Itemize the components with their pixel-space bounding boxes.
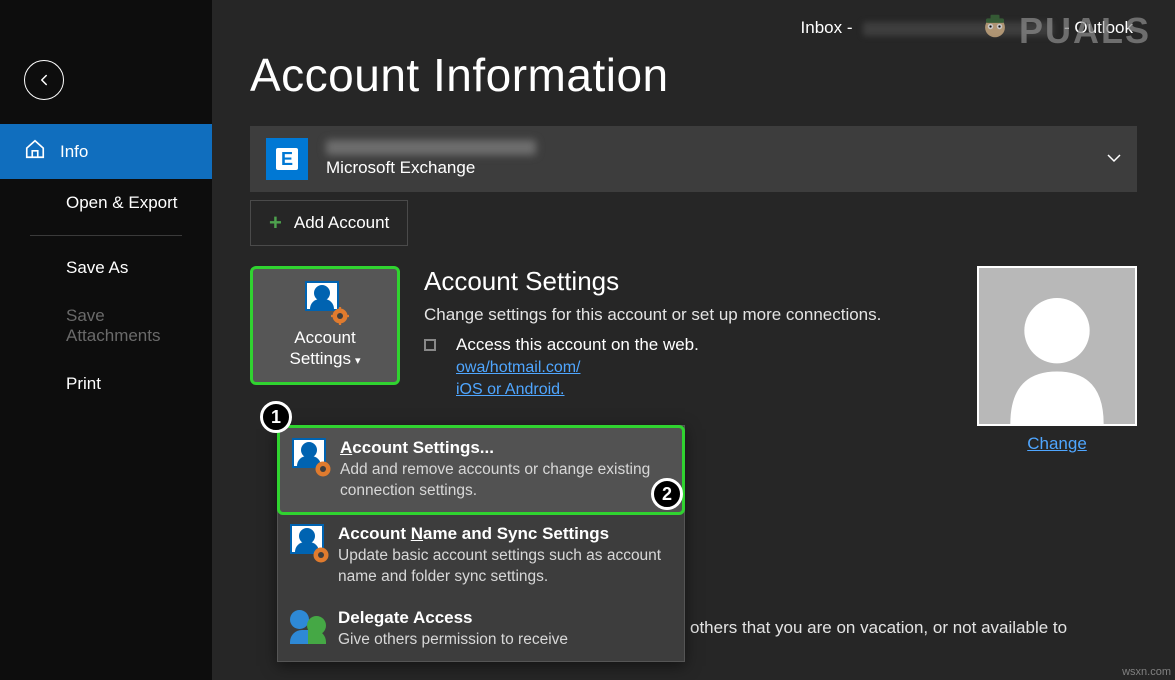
breadcrumb-sep: - — [1064, 18, 1070, 37]
sidebar-label-save-attachments: Save Attachments — [66, 306, 188, 346]
chevron-down-icon: ▾ — [355, 355, 361, 367]
dropdown-item-account-settings[interactable]: Account Settings... Add and remove accou… — [277, 425, 685, 515]
account-settings-dropdown: Account Settings... Add and remove accou… — [277, 425, 685, 662]
owa-link[interactable]: owa/hotmail.com/ — [456, 359, 581, 376]
home-icon — [24, 138, 46, 165]
sidebar-item-save-attachments: Save Attachments — [0, 292, 212, 360]
source-watermark: wsxn.com — [1122, 666, 1171, 678]
delegate-access-icon — [290, 608, 326, 644]
sidebar-divider — [30, 235, 182, 236]
chevron-down-icon — [1107, 150, 1121, 168]
account-settings-icon — [292, 438, 328, 474]
sidebar-label-open-export: Open & Export — [66, 193, 178, 213]
change-avatar-link[interactable]: Change — [1027, 434, 1087, 453]
auto-reply-text-fragment: others that you are on vacation, or not … — [690, 616, 1130, 640]
title-bar-breadcrumb: Inbox - - Outlook — [250, 18, 1137, 38]
dd2-desc: Update basic account settings such as ac… — [338, 546, 672, 588]
dd2-pre: Account — [338, 524, 411, 543]
arrow-left-icon — [35, 71, 53, 89]
sidebar-item-open-export[interactable]: Open & Export — [0, 179, 212, 227]
dropdown-item-delegate-access[interactable]: Delegate Access Give others permission t… — [278, 598, 684, 661]
account-settings-icon — [305, 281, 345, 321]
account-settings-button[interactable]: Account Settings ▾ — [250, 266, 400, 385]
account-email-redacted — [326, 140, 536, 155]
account-selector[interactable]: E Microsoft Exchange — [250, 126, 1137, 192]
sidebar-item-save-as[interactable]: Save As — [0, 244, 212, 292]
sidebar-item-info[interactable]: Info — [0, 124, 212, 179]
sidebar-label-print: Print — [66, 374, 101, 394]
breadcrumb-sep: - — [847, 18, 853, 37]
mobile-app-link[interactable]: iOS or Android. — [456, 381, 565, 398]
bullet-icon — [424, 339, 436, 351]
annotation-badge-1: 1 — [260, 401, 292, 433]
plus-icon: + — [269, 210, 282, 236]
breadcrumb-account-redacted — [863, 22, 1053, 36]
section-title-account-settings: Account Settings — [424, 266, 913, 297]
sidebar-label-info: Info — [60, 142, 88, 162]
back-button[interactable] — [24, 60, 64, 100]
avatar-placeholder-icon — [997, 284, 1117, 424]
sidebar-label-save-as: Save As — [66, 258, 128, 278]
dd2-post: ame and Sync Settings — [423, 524, 609, 543]
section-desc-account-settings: Change settings for this account or set … — [424, 303, 913, 327]
add-account-button[interactable]: + Add Account — [250, 200, 408, 246]
dd1-desc: Add and remove accounts or change existi… — [340, 460, 670, 502]
dropdown-item-name-sync[interactable]: Account Name and Sync Settings Update ba… — [278, 514, 684, 598]
backstage-sidebar: Info Open & Export Save As Save Attachme… — [0, 0, 212, 680]
exchange-icon: E — [266, 138, 308, 180]
sidebar-item-print[interactable]: Print — [0, 360, 212, 408]
breadcrumb-inbox: Inbox — [801, 18, 843, 37]
dd1-title: ccount Settings... — [352, 438, 494, 457]
account-settings-label2: Settings — [290, 349, 351, 368]
bullet-web-access: Access this account on the web. — [456, 335, 699, 355]
account-sync-icon — [290, 524, 326, 560]
account-settings-label1: Account — [294, 328, 355, 347]
dd3-title: Delegate Access — [338, 608, 672, 628]
profile-avatar — [977, 266, 1137, 426]
account-type-label: Microsoft Exchange — [326, 158, 536, 178]
add-account-label: Add Account — [294, 213, 389, 233]
dd1-accel: A — [340, 438, 352, 457]
dd3-desc: Give others permission to receive — [338, 630, 672, 651]
dd2-accel: N — [411, 524, 423, 543]
annotation-badge-2: 2 — [651, 478, 683, 510]
breadcrumb-app: Outlook — [1074, 18, 1133, 37]
page-title: Account Information — [250, 48, 1137, 102]
